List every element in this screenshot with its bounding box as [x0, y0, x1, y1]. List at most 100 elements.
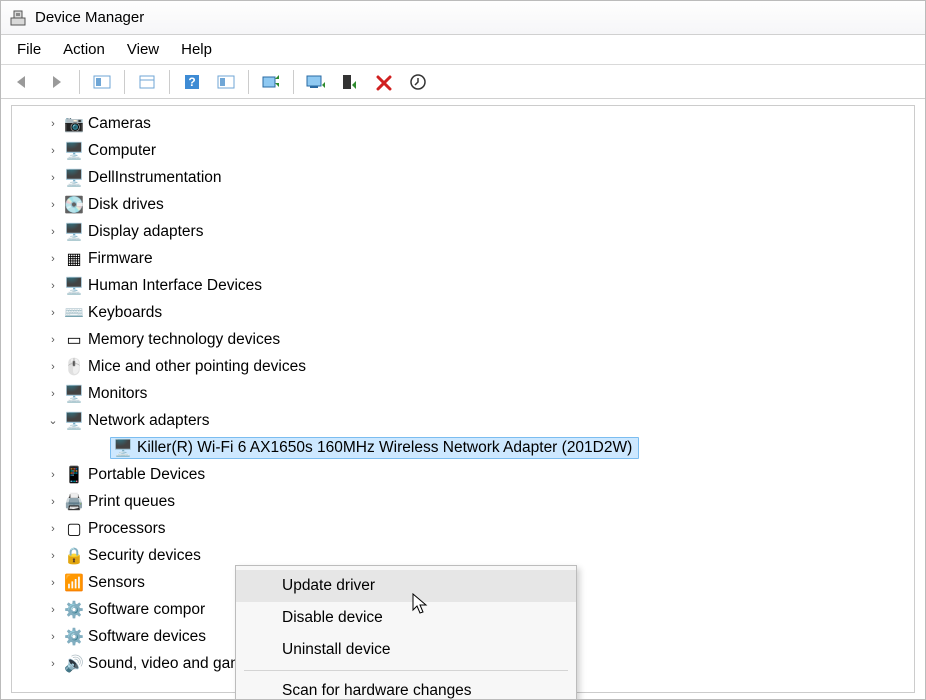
network-icon: 🖥️	[64, 411, 84, 431]
tree-item-label: Mice and other pointing devices	[88, 358, 306, 376]
portable-icon: 📱	[64, 465, 84, 485]
context-uninstall-device[interactable]: Uninstall device	[236, 634, 576, 666]
properties-button[interactable]	[131, 68, 163, 96]
keyboard-icon: ⌨️	[64, 303, 84, 323]
menu-action[interactable]: Action	[53, 37, 115, 62]
tree-item[interactable]: › ⌨️Keyboards	[26, 299, 914, 326]
computer-icon: 🖥️	[64, 141, 84, 161]
help-button[interactable]: ?	[176, 68, 208, 96]
tree-item[interactable]: ›🖨️Print queues	[26, 488, 914, 515]
toolbar: ?	[1, 65, 925, 99]
action-button[interactable]	[210, 68, 242, 96]
expand-icon[interactable]: ›	[46, 307, 60, 319]
menu-help[interactable]: Help	[171, 37, 222, 62]
tree-item-label: Processors	[88, 520, 166, 538]
tree-item-label: Killer(R) Wi-Fi 6 AX1650s 160MHz Wireles…	[137, 439, 632, 457]
tree-item[interactable]: ›🖥️Human Interface Devices	[26, 272, 914, 299]
toolbar-separator	[169, 70, 170, 94]
content-area: ›📷Cameras›🖥️Computer›🖥️DellInstrumentati…	[1, 99, 925, 699]
tree-item[interactable]: ›▭Memory technology devices	[26, 326, 914, 353]
enable-device-button[interactable]	[402, 68, 434, 96]
software-icon: ⚙️	[64, 627, 84, 647]
context-disable-device[interactable]: Disable device	[236, 602, 576, 634]
tree-item[interactable]: › 🖥️Monitors	[26, 380, 914, 407]
toolbar-separator	[79, 70, 80, 94]
forward-button[interactable]	[41, 68, 73, 96]
tree-item-label: Computer	[88, 142, 156, 160]
menubar: File Action View Help	[1, 35, 925, 65]
expand-icon[interactable]: ›	[46, 523, 60, 535]
toolbar-separator	[124, 70, 125, 94]
context-separator	[244, 670, 568, 671]
tree-item-label: Sensors	[88, 574, 145, 592]
tree-child-item[interactable]: ›🖥️Killer(R) Wi-Fi 6 AX1650s 160MHz Wire…	[26, 434, 914, 461]
expand-icon[interactable]: ›	[46, 658, 60, 670]
monitor-icon: 🖥️	[64, 384, 84, 404]
expand-icon[interactable]: ›	[46, 253, 60, 265]
tree-item-label: DellInstrumentation	[88, 169, 222, 187]
expand-icon[interactable]: ›	[46, 550, 60, 562]
tree-item-label: Human Interface Devices	[88, 277, 262, 295]
tree-item[interactable]: ›📱Portable Devices	[26, 461, 914, 488]
expand-icon[interactable]: ›	[46, 199, 60, 211]
drive-icon: 💽	[64, 195, 84, 215]
context-update-driver[interactable]: Update driver	[236, 570, 576, 602]
tree-item-label: Cameras	[88, 115, 151, 133]
tree-item[interactable]: › ▢Processors	[26, 515, 914, 542]
back-button[interactable]	[7, 68, 39, 96]
sound-icon: 🔊	[64, 654, 84, 674]
tree-item-label: Monitors	[88, 385, 147, 403]
expand-icon[interactable]: ›	[46, 334, 60, 346]
toolbar-separator	[293, 70, 294, 94]
disable-device-button[interactable]	[334, 68, 366, 96]
tree-item-label: Memory technology devices	[88, 331, 280, 349]
tree-item-label: Keyboards	[88, 304, 162, 322]
camera-icon: 📷	[64, 114, 84, 134]
scan-hardware-button[interactable]	[255, 68, 287, 96]
tree-item[interactable]: ⌄ 🖥️Network adapters	[26, 407, 914, 434]
expand-icon[interactable]: ›	[46, 631, 60, 643]
tree-item[interactable]: › 📷Cameras	[26, 110, 914, 137]
expand-icon[interactable]: ›	[46, 145, 60, 157]
svg-text:?: ?	[188, 75, 195, 89]
expand-icon[interactable]: ›	[46, 577, 60, 589]
toolbar-separator	[248, 70, 249, 94]
titlebar: Device Manager	[1, 1, 925, 35]
tree-item[interactable]: ›▦Firmware	[26, 245, 914, 272]
tree-item[interactable]: ›🖱️Mice and other pointing devices	[26, 353, 914, 380]
update-driver-button[interactable]	[300, 68, 332, 96]
expand-icon[interactable]: ›	[46, 604, 60, 616]
uninstall-device-button[interactable]	[368, 68, 400, 96]
expand-icon[interactable]: ›	[46, 226, 60, 238]
tree-item[interactable]: › 💽Disk drives	[26, 191, 914, 218]
network-card-icon: 🖥️	[113, 438, 133, 458]
expand-icon[interactable]: ›	[46, 118, 60, 130]
expand-icon[interactable]: ›	[46, 361, 60, 373]
show-hide-console-button[interactable]	[86, 68, 118, 96]
tree-item[interactable]: ›🖥️DellInstrumentation	[26, 164, 914, 191]
expand-icon[interactable]: ›	[46, 280, 60, 292]
tree-item-label: Disk drives	[88, 196, 164, 214]
cpu-icon: ▢	[64, 519, 84, 539]
context-scan-hardware[interactable]: Scan for hardware changes	[236, 675, 576, 699]
sensor-icon: 📶	[64, 573, 84, 593]
app-icon	[9, 9, 27, 27]
tree-item-label: Security devices	[88, 547, 201, 565]
tree-item[interactable]: ›🖥️Display adapters	[26, 218, 914, 245]
expand-icon[interactable]: ›	[46, 388, 60, 400]
menu-view[interactable]: View	[117, 37, 169, 62]
device-manager-window: Device Manager File Action View Help	[0, 0, 926, 700]
menu-file[interactable]: File	[7, 37, 51, 62]
expand-icon[interactable]: ›	[46, 496, 60, 508]
context-menu: Update driver Disable device Uninstall d…	[235, 565, 577, 699]
tree-item[interactable]: › 🖥️Computer	[26, 137, 914, 164]
window-title: Device Manager	[35, 9, 144, 26]
tree-item-label: Network adapters	[88, 412, 209, 430]
expand-icon[interactable]: ›	[46, 172, 60, 184]
collapse-icon[interactable]: ⌄	[46, 414, 60, 427]
security-icon: 🔒	[64, 546, 84, 566]
tree-item-label: Software compor	[88, 601, 205, 619]
expand-icon[interactable]: ›	[46, 469, 60, 481]
software-icon: ⚙️	[64, 600, 84, 620]
display-icon: 🖥️	[64, 222, 84, 242]
